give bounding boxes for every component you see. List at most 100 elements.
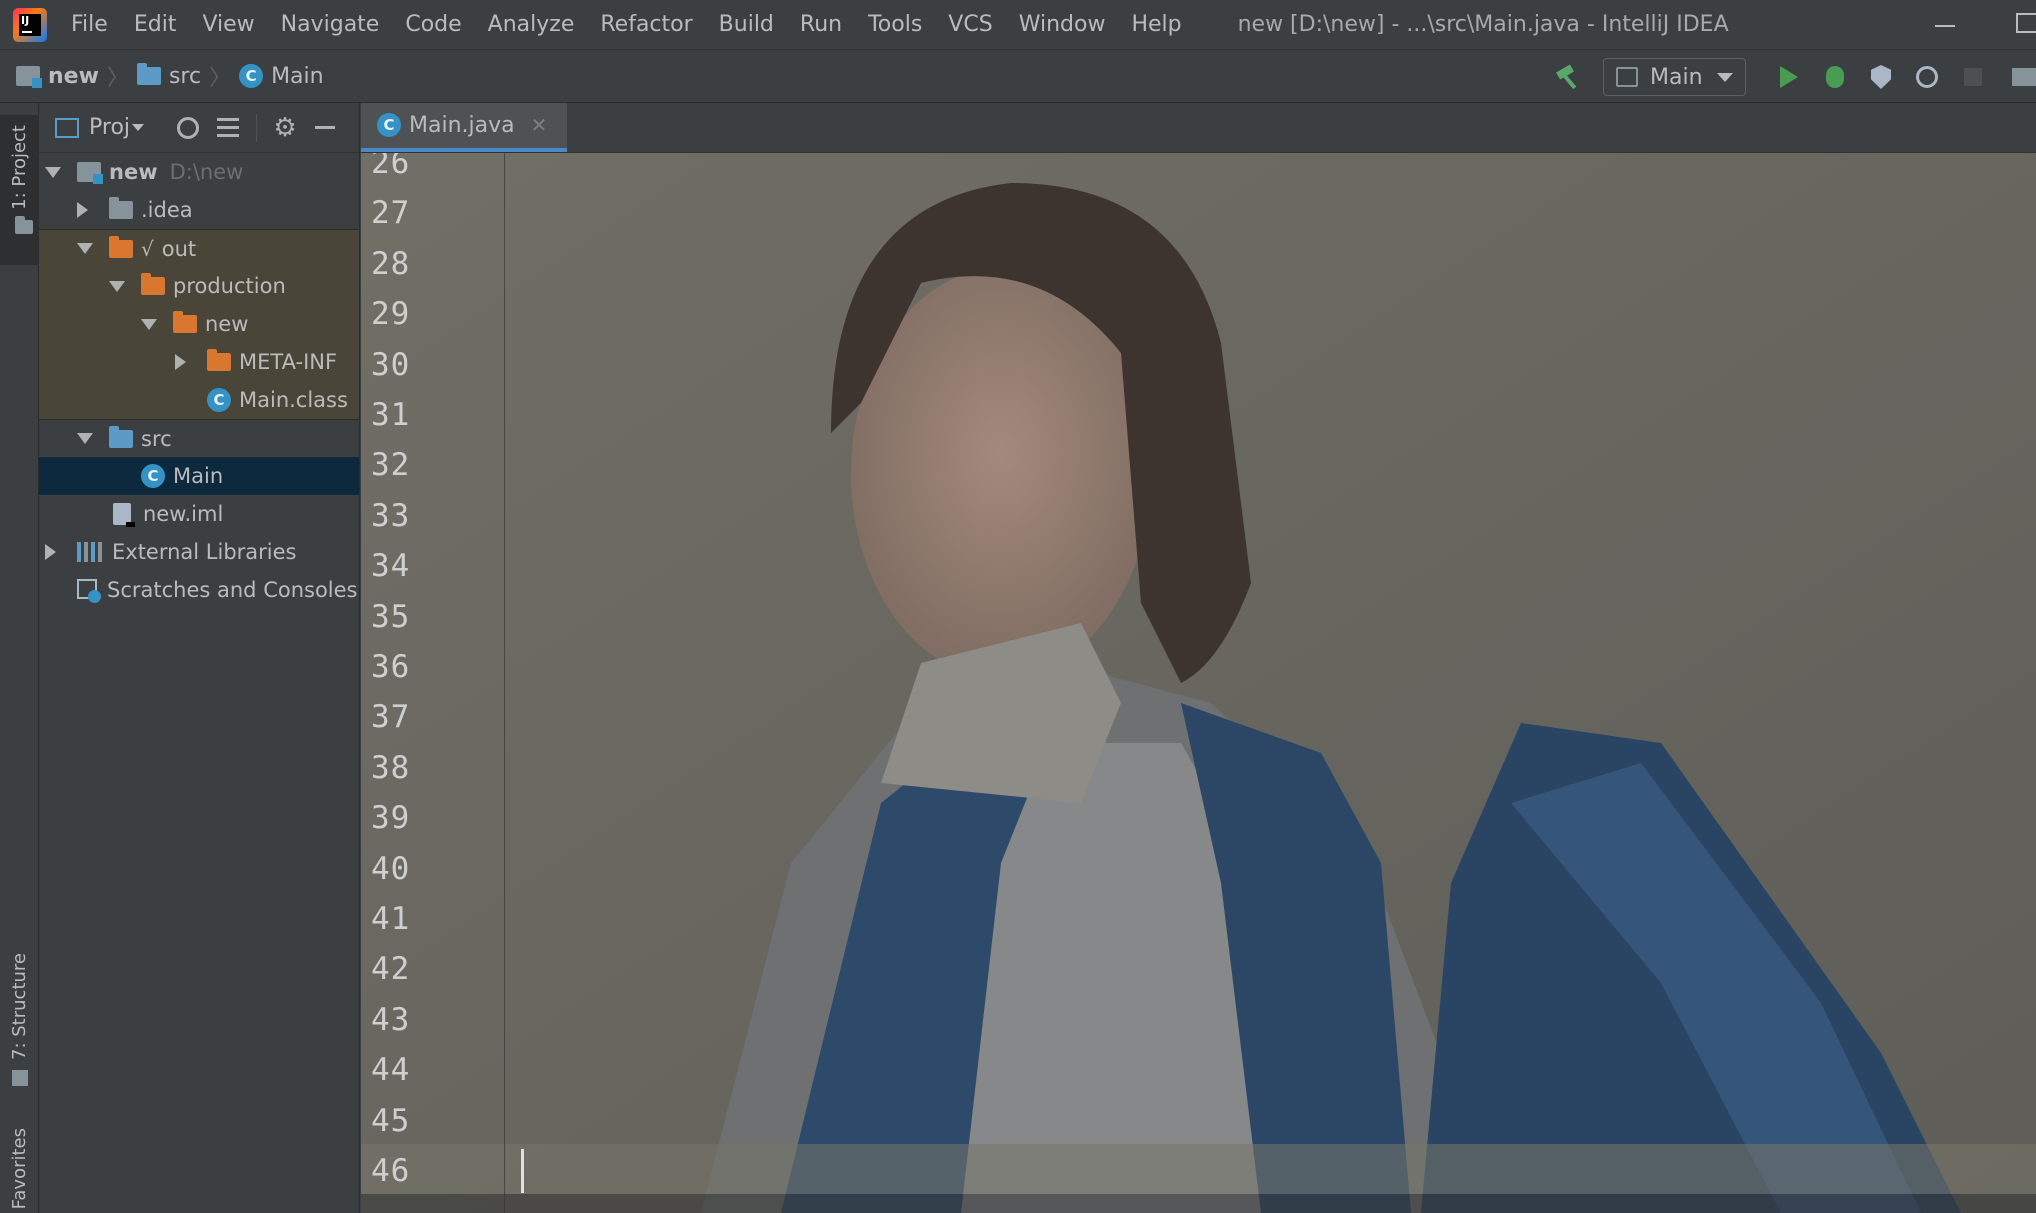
- chevron-down-icon: [1717, 72, 1733, 82]
- chevron-down-icon[interactable]: [141, 318, 157, 330]
- source-folder-icon: [136, 63, 161, 85]
- menu-bar: IJ File Edit View Navigate Code Analyze …: [0, 0, 2036, 49]
- line-number: 46: [371, 1153, 411, 1189]
- tree-node-label: .idea: [141, 198, 193, 222]
- menu-run[interactable]: Run: [800, 12, 842, 37]
- line-number: 37: [371, 699, 411, 736]
- tree-node-scratches[interactable]: Scratches and Consoles: [39, 571, 359, 609]
- line-number: 36: [371, 649, 411, 685]
- horizontal-scrollbar[interactable]: [361, 1194, 2036, 1213]
- breadcrumb-folder[interactable]: src 〉: [136, 60, 239, 92]
- line-number: 28: [371, 245, 411, 282]
- menu-view[interactable]: View: [202, 12, 254, 37]
- line-number: 31: [371, 397, 411, 433]
- tree-node-main-class[interactable]: C Main.class: [39, 381, 359, 419]
- tree-node-src[interactable]: src: [39, 419, 359, 457]
- chevron-down-icon[interactable]: [109, 280, 125, 292]
- minimize-window-button[interactable]: [1930, 10, 1960, 40]
- current-line-highlight: [361, 1144, 2036, 1194]
- chevron-down-icon[interactable]: [45, 166, 61, 178]
- java-class-icon: C: [377, 113, 401, 137]
- structure-icon: [11, 1069, 28, 1086]
- module-file-icon: [113, 503, 135, 527]
- tree-node-label: META-INF: [239, 350, 338, 374]
- module-folder-icon: [77, 162, 103, 184]
- debug-bug-icon[interactable]: [1812, 58, 1858, 96]
- breadcrumb-project-label: new: [48, 63, 99, 89]
- tree-node-meta-inf[interactable]: META-INF: [39, 343, 359, 381]
- tree-node-production[interactable]: production: [39, 267, 359, 305]
- menu-window[interactable]: Window: [1019, 12, 1106, 37]
- project-tool-window-button[interactable]: 1: Project: [0, 115, 39, 265]
- chevron-right-icon[interactable]: [77, 202, 88, 218]
- project-tool-window-label: 1: Project: [9, 125, 30, 210]
- tree-node-production-new[interactable]: new: [39, 305, 359, 343]
- close-icon[interactable]: ✕: [531, 113, 548, 137]
- project-tool-window: Proj ⚙ new D:\new .idea √ out production…: [39, 103, 360, 1213]
- line-number: 38: [371, 749, 411, 786]
- maximize-window-button[interactable]: [2016, 13, 2036, 33]
- left-tool-window-strip: 1: Project 7: Structure Favorites: [0, 103, 39, 1213]
- run-toolbar: Main: [1553, 50, 2036, 104]
- menu-edit[interactable]: Edit: [134, 12, 177, 37]
- java-class-icon: C: [239, 64, 264, 88]
- profile-icon[interactable]: [1904, 58, 1950, 96]
- line-number: 39: [371, 800, 411, 837]
- menu-refactor[interactable]: Refactor: [600, 12, 692, 37]
- breadcrumb-file[interactable]: C Main: [239, 64, 324, 89]
- line-number: 33: [371, 497, 411, 534]
- hide-panel-minus-icon[interactable]: [305, 111, 345, 145]
- chevron-right-icon[interactable]: [175, 354, 186, 370]
- tree-node-label: new.iml: [143, 502, 224, 526]
- intellij-logo-icon: IJ: [13, 7, 47, 42]
- project-tree: new D:\new .idea √ out production new ME…: [39, 153, 359, 609]
- line-number: 43: [371, 1001, 411, 1038]
- line-number: 41: [371, 901, 411, 937]
- collapse-all-icon[interactable]: [208, 111, 248, 145]
- project-structure-icon[interactable]: [1996, 58, 2036, 96]
- excluded-folder-icon: [109, 235, 133, 258]
- run-play-icon[interactable]: [1766, 58, 1812, 96]
- chevron-down-icon[interactable]: [77, 433, 93, 444]
- application-config-icon: [1616, 67, 1638, 87]
- chevron-down-icon[interactable]: [77, 243, 93, 254]
- tree-node-out[interactable]: √ out: [39, 229, 359, 267]
- menu-help[interactable]: Help: [1131, 12, 1181, 37]
- editor-tab-main-java[interactable]: C Main.java ✕: [361, 103, 568, 152]
- tree-node-label: new: [109, 160, 158, 184]
- tree-node-idea[interactable]: .idea: [39, 191, 359, 229]
- project-view-icon: [55, 117, 79, 138]
- breadcrumb-project[interactable]: new 〉: [16, 60, 137, 92]
- chevron-right-icon[interactable]: [45, 544, 56, 560]
- menu-navigate[interactable]: Navigate: [281, 12, 380, 37]
- structure-tool-window-button[interactable]: 7: Structure: [0, 953, 39, 1123]
- line-number: 35: [371, 598, 411, 635]
- line-number: 32: [371, 447, 411, 484]
- menu-vcs[interactable]: VCS: [948, 12, 992, 37]
- run-with-coverage-icon[interactable]: [1858, 58, 1904, 96]
- menu-code[interactable]: Code: [405, 12, 461, 37]
- menu-tools[interactable]: Tools: [868, 12, 922, 37]
- editor-tab-bar: C Main.java ✕: [361, 103, 2036, 153]
- tab-label: Main.java: [409, 112, 515, 138]
- gear-icon[interactable]: ⚙: [265, 111, 305, 145]
- tree-node-iml[interactable]: new.iml: [39, 495, 359, 533]
- menu-build[interactable]: Build: [719, 12, 774, 37]
- line-number: 45: [371, 1102, 411, 1139]
- chevron-down-icon[interactable]: [132, 124, 145, 131]
- tree-node-main[interactable]: C Main: [39, 457, 359, 495]
- source-folder-icon: [109, 425, 133, 448]
- favorites-tool-window-button[interactable]: Favorites: [0, 1128, 39, 1213]
- run-configuration-select[interactable]: Main: [1603, 58, 1746, 96]
- stop-icon[interactable]: [1950, 58, 1996, 96]
- menu-file[interactable]: File: [71, 12, 108, 37]
- project-view-select[interactable]: Proj: [89, 115, 130, 140]
- locate-file-crosshair-icon[interactable]: [168, 111, 208, 145]
- build-project-hammer-icon[interactable]: [1553, 62, 1583, 92]
- code-editor[interactable]: C Main.java ✕ 26 27 28 29 30 31 32 33 34 35 36 37 38…: [361, 103, 2036, 1213]
- menu-analyze[interactable]: Analyze: [488, 12, 575, 37]
- line-number-gutter[interactable]: 26 27 28 29 30 31 32 33 34 35 36 37 38 39 40 41 42 43 44 45…: [361, 145, 505, 1213]
- tree-node-external-libraries[interactable]: External Libraries: [39, 533, 359, 571]
- tree-node-root[interactable]: new D:\new: [39, 153, 359, 191]
- folder-icon: [109, 197, 133, 219]
